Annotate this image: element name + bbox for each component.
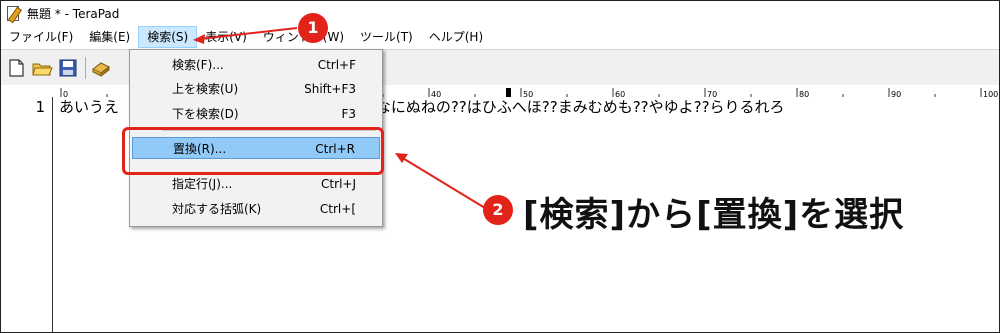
menu-item-find-prev[interactable]: 上を検索(U) Shift+F3 — [132, 78, 380, 100]
terapad-app-icon — [5, 5, 23, 24]
menu-item-shortcut: Ctrl+[ — [319, 202, 356, 216]
menu-item-find[interactable]: 検索(F)... Ctrl+F — [132, 54, 380, 76]
gutter-divider — [52, 97, 53, 332]
instruction-callout: [検索]から[置換]を選択 — [523, 195, 905, 235]
menu-search[interactable]: 検索(S) — [138, 26, 198, 48]
menu-item-label: 検索(F)... — [172, 58, 224, 72]
open-folder-icon[interactable] — [31, 57, 53, 79]
line-number: 1 — [35, 98, 45, 116]
new-file-icon[interactable] — [5, 57, 27, 79]
save-icon[interactable] — [57, 57, 79, 79]
step-2-badge: 2 — [483, 195, 513, 225]
menu-item-label: 上を検索(U) — [172, 82, 239, 96]
menu-item-goto-line[interactable]: 指定行(J)... Ctrl+J — [132, 173, 380, 195]
menu-tools[interactable]: ツール(T) — [352, 26, 421, 48]
menu-item-matching-bracket[interactable]: 対応する括弧(K) Ctrl+[ — [132, 198, 380, 220]
menu-bar: ファイル(F) 編集(E) 検索(S) 表示(V) ウィンドウ(W) ツール(T… — [1, 25, 999, 49]
menu-item-shortcut: Ctrl+J — [321, 177, 356, 191]
menu-edit[interactable]: 編集(E) — [81, 26, 138, 48]
step-1-badge: 1 — [298, 13, 328, 43]
ruler-cursor-marker — [506, 88, 511, 97]
title-bar: 無題 * - TeraPad — [1, 1, 999, 25]
app-window: 無題 * - TeraPad ファイル(F) 編集(E) 検索(S) 表示(V)… — [0, 0, 1000, 333]
menu-item-shortcut: Shift+F3 — [304, 82, 356, 96]
menu-item-shortcut: F3 — [341, 107, 356, 121]
menu-view[interactable]: 表示(V) — [197, 26, 255, 48]
menu-item-find-next[interactable]: 下を検索(D) F3 — [132, 103, 380, 125]
menu-item-shortcut: Ctrl+F — [317, 58, 356, 72]
toolbar-separator — [85, 57, 86, 79]
menu-item-label: 下を検索(D) — [172, 107, 239, 121]
menu-help[interactable]: ヘルプ(H) — [421, 26, 491, 48]
print-icon[interactable] — [90, 57, 112, 79]
menu-item-label: 指定行(J)... — [172, 177, 233, 191]
menu-item-label: 対応する括弧(K) — [172, 202, 262, 216]
menu-file[interactable]: ファイル(F) — [1, 26, 81, 48]
replace-highlight-box — [122, 127, 384, 175]
window-title: 無題 * - TeraPad — [27, 6, 120, 21]
